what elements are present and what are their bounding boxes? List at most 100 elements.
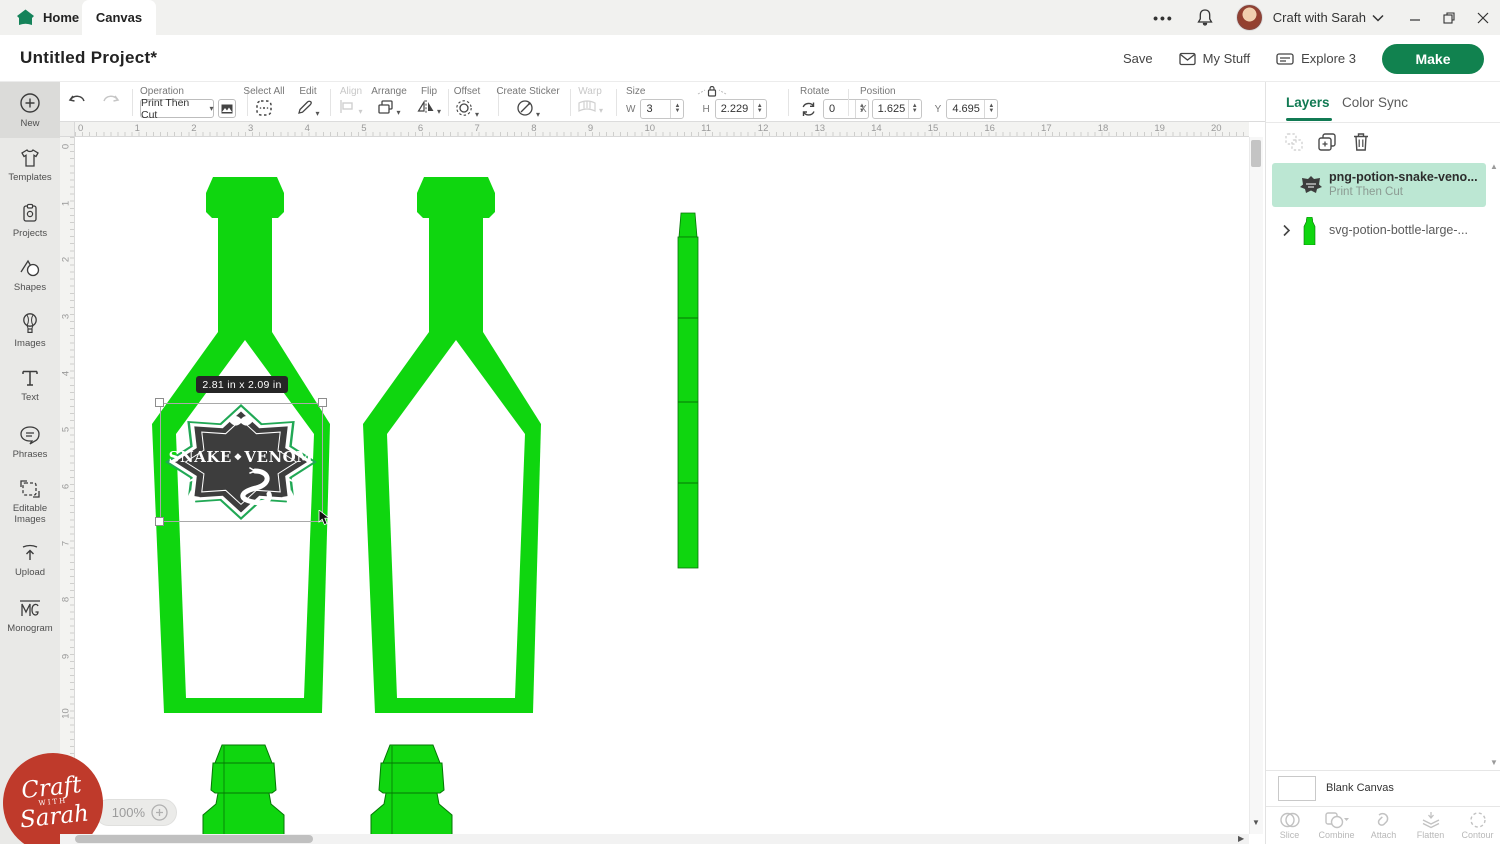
my-stuff-button[interactable]: My Stuff [1179, 51, 1250, 66]
sidebar-item-projects[interactable]: Projects [0, 193, 60, 248]
undo-icon[interactable] [68, 93, 88, 110]
operation-group: Operation Print Then Cut▾ [140, 86, 236, 118]
canvas-vertical-scrollbar[interactable] [1249, 137, 1263, 834]
sidebar-item-images[interactable]: Images [0, 303, 60, 358]
sidebar-item-editable-images[interactable]: Editable Images [0, 471, 60, 533]
warp-label: Warp [568, 86, 612, 97]
sidebar-label: Shapes [14, 282, 46, 293]
selection-bounding-box[interactable] [160, 403, 323, 522]
sidebar-item-new[interactable]: New [0, 82, 60, 138]
select-all-icon [255, 99, 273, 117]
scroll-down-arrow-icon[interactable]: ▼ [1252, 818, 1260, 827]
warp-icon [577, 99, 597, 113]
layer-operation: Print Then Cut [1329, 186, 1403, 198]
slice-icon [1279, 811, 1301, 829]
select-all-label: Select All [238, 86, 290, 97]
position-y-field[interactable]: 4.695 ▲▼ [946, 99, 998, 119]
new-plus-icon [19, 92, 41, 114]
edit-toolbar: Operation Print Then Cut▾ Select All Edi… [60, 82, 1265, 122]
tab-layers[interactable]: Layers [1286, 95, 1330, 110]
canvas-horizontal-scrollbar-thumb[interactable] [75, 835, 313, 843]
contour-icon [1468, 811, 1488, 829]
logo-text: Sarah [19, 802, 90, 831]
titlebar: Home Canvas ••• Craft with Sarah [0, 0, 1500, 35]
sidebar-label: Phrases [13, 449, 48, 460]
zoom-control[interactable]: 100% [95, 799, 177, 826]
scroll-right-arrow-icon[interactable]: ▶ [1238, 834, 1244, 843]
sidebar-label: Text [21, 392, 38, 403]
layer-thumbnail-label [1300, 176, 1322, 193]
combine-button: Combine [1313, 807, 1360, 844]
sidebar-label: Editable Images [0, 503, 60, 525]
position-x-stepper[interactable]: ▲▼ [908, 100, 921, 118]
layer-row-bottle-group[interactable]: svg-potion-bottle-large-... [1272, 215, 1486, 247]
minimize-button[interactable] [1398, 0, 1432, 35]
position-label: Position [860, 86, 1020, 97]
tab-canvas[interactable]: Canvas [82, 0, 156, 35]
width-stepper[interactable]: ▲▼ [670, 100, 683, 118]
redo-icon[interactable] [100, 93, 120, 110]
arrange-label: Arrange [366, 86, 412, 97]
offset-group[interactable]: Offset ▾ [442, 86, 492, 122]
delete-trash-icon[interactable] [1349, 130, 1373, 154]
sidebar-label: Templates [8, 172, 51, 183]
home-icon [16, 9, 35, 26]
selection-handle-top-left[interactable] [155, 398, 164, 407]
duplicate-icon[interactable] [1315, 130, 1339, 154]
lock-icon[interactable] [697, 86, 727, 97]
create-sticker-group[interactable]: Create Sticker ▾ [496, 86, 560, 122]
save-button[interactable]: Save [1123, 51, 1153, 66]
zoom-level: 100% [112, 805, 145, 820]
tab-color-sync[interactable]: Color Sync [1342, 95, 1408, 110]
selection-handle-top-right[interactable] [318, 398, 327, 407]
blank-canvas-row[interactable]: Blank Canvas [1266, 770, 1500, 806]
height-stepper[interactable]: ▲▼ [753, 100, 766, 118]
width-label: W [626, 104, 635, 115]
print-then-cut-swatch-button[interactable] [218, 99, 236, 118]
zoom-in-icon[interactable] [151, 804, 168, 821]
make-button[interactable]: Make [1382, 44, 1484, 74]
warp-group: Warp ▾ [568, 86, 612, 118]
flatten-icon [1420, 811, 1442, 829]
sidebar-item-text[interactable]: Text [0, 358, 60, 413]
maximize-button[interactable] [1432, 0, 1466, 35]
expand-chevron-icon[interactable] [1282, 224, 1291, 237]
selection-handle-bottom-left[interactable] [155, 517, 164, 526]
height-field[interactable]: 2.229 ▲▼ [715, 99, 767, 119]
select-all-group[interactable]: Select All [238, 86, 290, 122]
close-button[interactable] [1466, 0, 1500, 35]
chevron-down-icon[interactable] [1372, 14, 1384, 22]
more-menu-icon[interactable]: ••• [1153, 10, 1174, 26]
user-name[interactable]: Craft with Sarah [1273, 10, 1366, 25]
sidebar-item-shapes[interactable]: Shapes [0, 248, 60, 303]
templates-shirt-icon [19, 148, 41, 168]
position-y-label: Y [935, 104, 942, 115]
layer-row-snake-venom[interactable]: png-potion-snake-veno... Print Then Cut [1272, 163, 1486, 207]
blank-canvas-swatch[interactable] [1278, 776, 1316, 801]
monogram-icon [18, 599, 42, 619]
sidebar-item-monogram[interactable]: Monogram [0, 588, 60, 644]
sidebar-item-templates[interactable]: Templates [0, 138, 60, 193]
home-tab-label: Home [43, 10, 79, 25]
canvas-vertical-scrollbar-thumb[interactable] [1251, 140, 1261, 167]
width-field[interactable]: 3 ▲▼ [640, 99, 684, 119]
sidebar-label: Upload [15, 567, 45, 578]
explore-button[interactable]: Explore 3 [1276, 51, 1356, 66]
project-title: Untitled Project* [20, 48, 157, 68]
panel-scroll-up-arrow-icon[interactable]: ▲ [1490, 162, 1498, 171]
panel-scroll-down-arrow-icon[interactable]: ▼ [1490, 758, 1498, 767]
edit-group[interactable]: Edit ▾ [288, 86, 328, 121]
operation-dropdown[interactable]: Print Then Cut▾ [140, 99, 214, 118]
sidebar-label: Monogram [7, 623, 52, 634]
position-y-stepper[interactable]: ▲▼ [984, 100, 997, 118]
notifications-bell-icon[interactable] [1196, 8, 1214, 27]
sidebar-item-phrases[interactable]: Phrases [0, 413, 60, 471]
sidebar-item-upload[interactable]: Upload [0, 533, 60, 588]
edit-label: Edit [288, 86, 328, 97]
avatar[interactable] [1236, 4, 1263, 31]
tab-home[interactable]: Home [16, 0, 79, 35]
arrange-group[interactable]: Arrange ▾ [366, 86, 412, 120]
position-x-field[interactable]: 1.625 ▲▼ [872, 99, 922, 119]
rotate-icon[interactable] [800, 101, 817, 118]
project-bar: Untitled Project* Save My Stuff Explore … [0, 35, 1500, 82]
